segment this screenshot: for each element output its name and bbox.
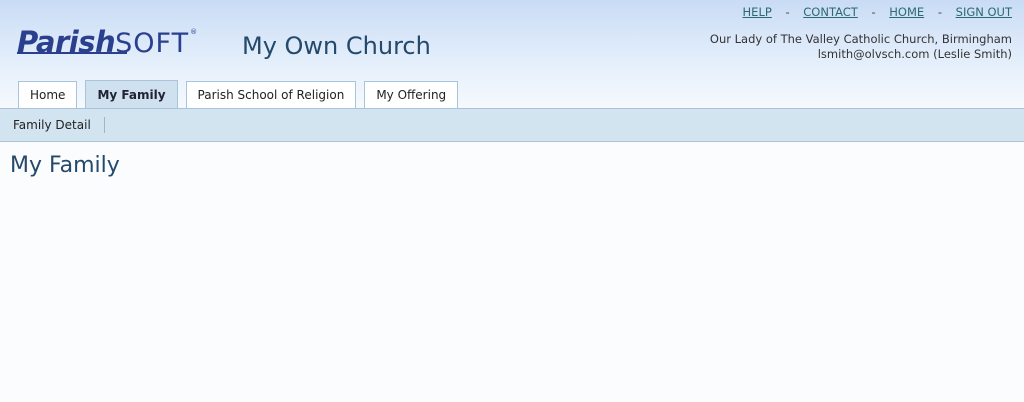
tab-parish-school-of-religion[interactable]: Parish School of Religion bbox=[185, 81, 357, 108]
logo-registered-mark: ® bbox=[190, 28, 198, 36]
church-name: Our Lady of The Valley Catholic Church, … bbox=[709, 32, 1012, 46]
tab-my-offering[interactable]: My Offering bbox=[364, 81, 459, 108]
link-separator: - bbox=[785, 5, 790, 19]
sub-navigation: Family Detail bbox=[0, 109, 1024, 142]
account-info: Our Lady of The Valley Catholic Church, … bbox=[710, 32, 1012, 62]
home-link[interactable]: HOME bbox=[889, 5, 924, 19]
tab-home[interactable]: Home bbox=[18, 81, 78, 108]
main-tabs: Home My Family Parish School of Religion… bbox=[18, 80, 466, 109]
user-identity: lsmith@olvsch.com (Leslie Smith) bbox=[817, 47, 1012, 61]
top-links: HELP - CONTACT - HOME - SIGN OUT bbox=[743, 5, 1012, 19]
subnav-item-family-detail[interactable]: Family Detail bbox=[0, 117, 105, 133]
header: Parish SOFT ® My Own Church HELP - CONTA… bbox=[0, 0, 1024, 109]
sign-out-link[interactable]: SIGN OUT bbox=[956, 5, 1012, 19]
logo-underline bbox=[17, 52, 127, 54]
site-title: My Own Church bbox=[242, 32, 431, 60]
link-separator: - bbox=[871, 5, 876, 19]
tab-my-family[interactable]: My Family bbox=[85, 80, 178, 108]
page-title: My Family bbox=[10, 153, 120, 178]
contact-link[interactable]: CONTACT bbox=[803, 5, 858, 19]
link-separator: - bbox=[937, 5, 942, 19]
help-link[interactable]: HELP bbox=[743, 5, 772, 19]
